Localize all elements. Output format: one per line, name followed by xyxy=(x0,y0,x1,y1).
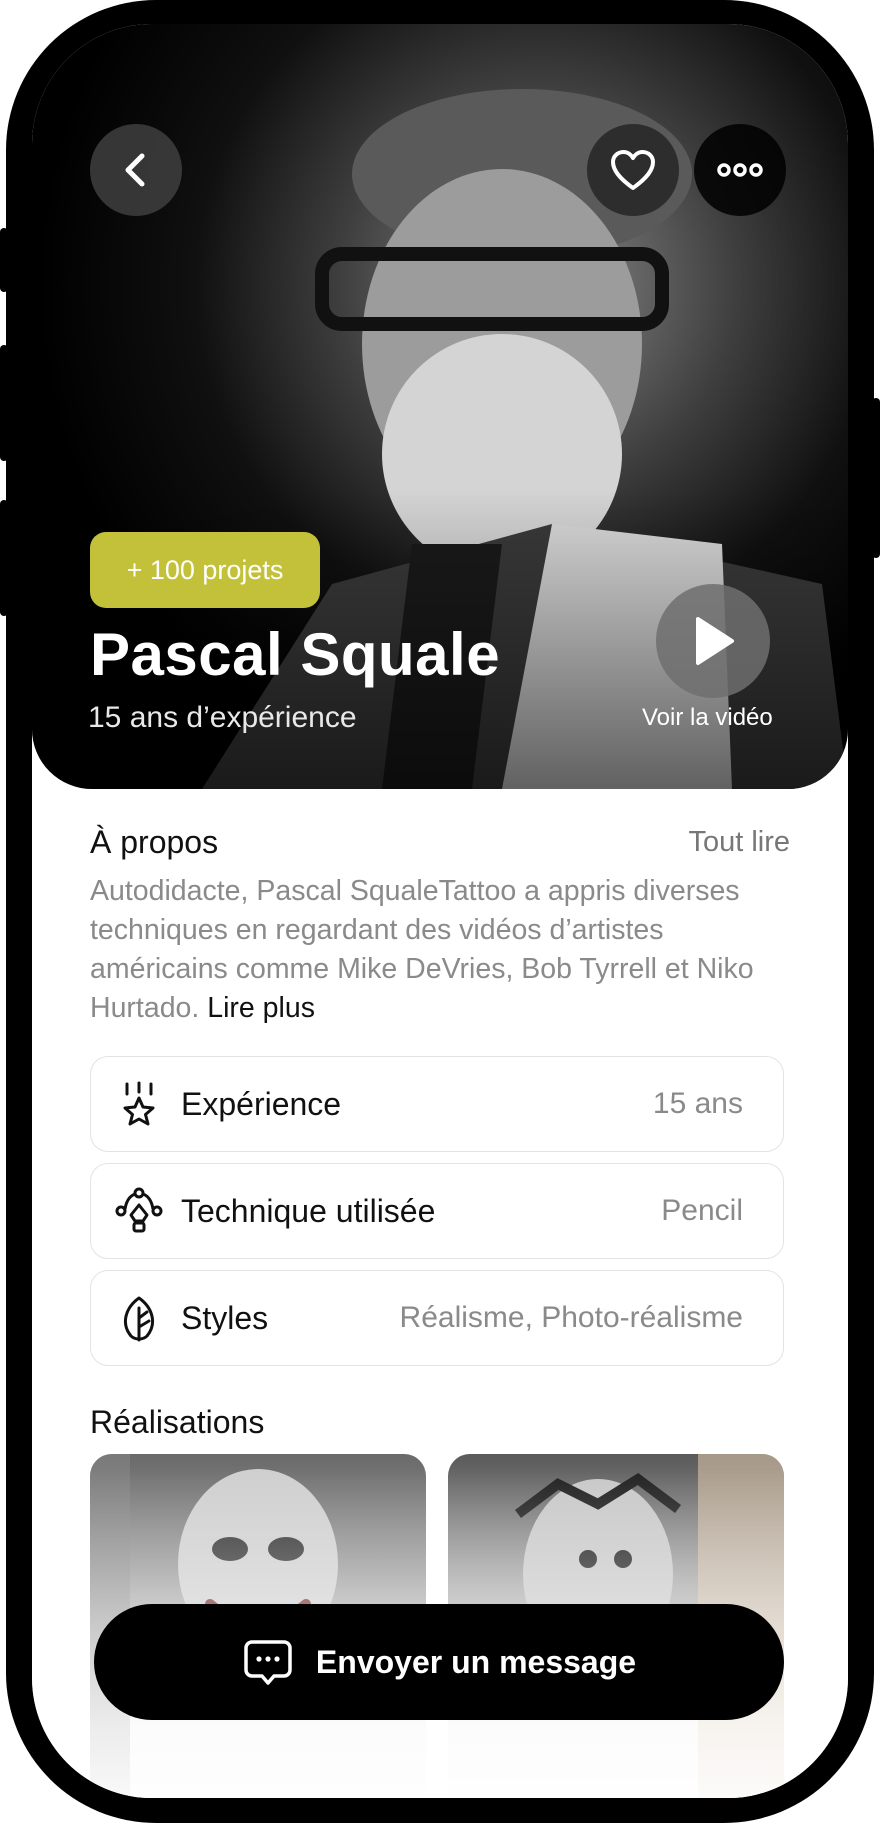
screen: + 100 projets Pascal Squale 15 ans d’exp… xyxy=(32,24,848,1798)
hero-header: + 100 projets Pascal Squale 15 ans d’exp… xyxy=(32,24,848,789)
phone-side-button xyxy=(0,228,8,292)
more-dots-icon xyxy=(717,163,763,177)
read-all-link[interactable]: Tout lire xyxy=(688,826,790,859)
play-video-button[interactable] xyxy=(656,584,770,698)
detail-row-experience: Expérience 15 ans xyxy=(90,1056,784,1152)
send-message-button[interactable]: Envoyer un message xyxy=(94,1604,784,1720)
back-button[interactable] xyxy=(90,124,182,216)
chat-bubble-icon xyxy=(242,1636,294,1688)
detail-value: 15 ans xyxy=(652,1087,743,1120)
detail-label: Technique utilisée xyxy=(181,1192,436,1229)
leaf-icon xyxy=(115,1294,163,1342)
star-sparkle-icon xyxy=(115,1080,163,1128)
projects-badge: + 100 projets xyxy=(90,532,320,608)
about-text: Autodidacte, Pascal SqualeTattoo a appri… xyxy=(90,872,790,1028)
works-title: Réalisations xyxy=(90,1404,265,1440)
phone-side-button xyxy=(0,345,8,461)
detail-label: Styles xyxy=(181,1299,269,1336)
experience-subtitle: 15 ans d’expérience xyxy=(88,701,357,734)
favorite-button[interactable] xyxy=(587,124,679,216)
detail-label: Expérience xyxy=(181,1085,342,1122)
artist-name: Pascal Squale xyxy=(90,621,501,688)
detail-row-styles: Styles Réalisme, Photo-réalisme xyxy=(90,1270,784,1366)
technique-nodes-icon xyxy=(115,1187,163,1235)
read-more-link[interactable]: Lire plus xyxy=(207,992,315,1024)
detail-value: Réalisme, Photo-réalisme xyxy=(399,1301,743,1334)
video-label[interactable]: Voir la vidéo xyxy=(642,704,773,732)
send-message-label: Envoyer un message xyxy=(315,1643,637,1680)
play-icon xyxy=(696,617,734,665)
heart-icon xyxy=(611,150,655,190)
detail-row-technique: Technique utilisée Pencil xyxy=(90,1163,784,1259)
more-options-button[interactable] xyxy=(694,124,786,216)
phone-side-button xyxy=(0,500,8,616)
about-title: À propos xyxy=(90,824,219,860)
detail-value: Pencil xyxy=(661,1194,743,1227)
phone-side-button xyxy=(872,398,880,558)
chevron-left-icon xyxy=(125,153,145,187)
about-body: Autodidacte, Pascal SqualeTattoo a appri… xyxy=(90,875,754,1024)
